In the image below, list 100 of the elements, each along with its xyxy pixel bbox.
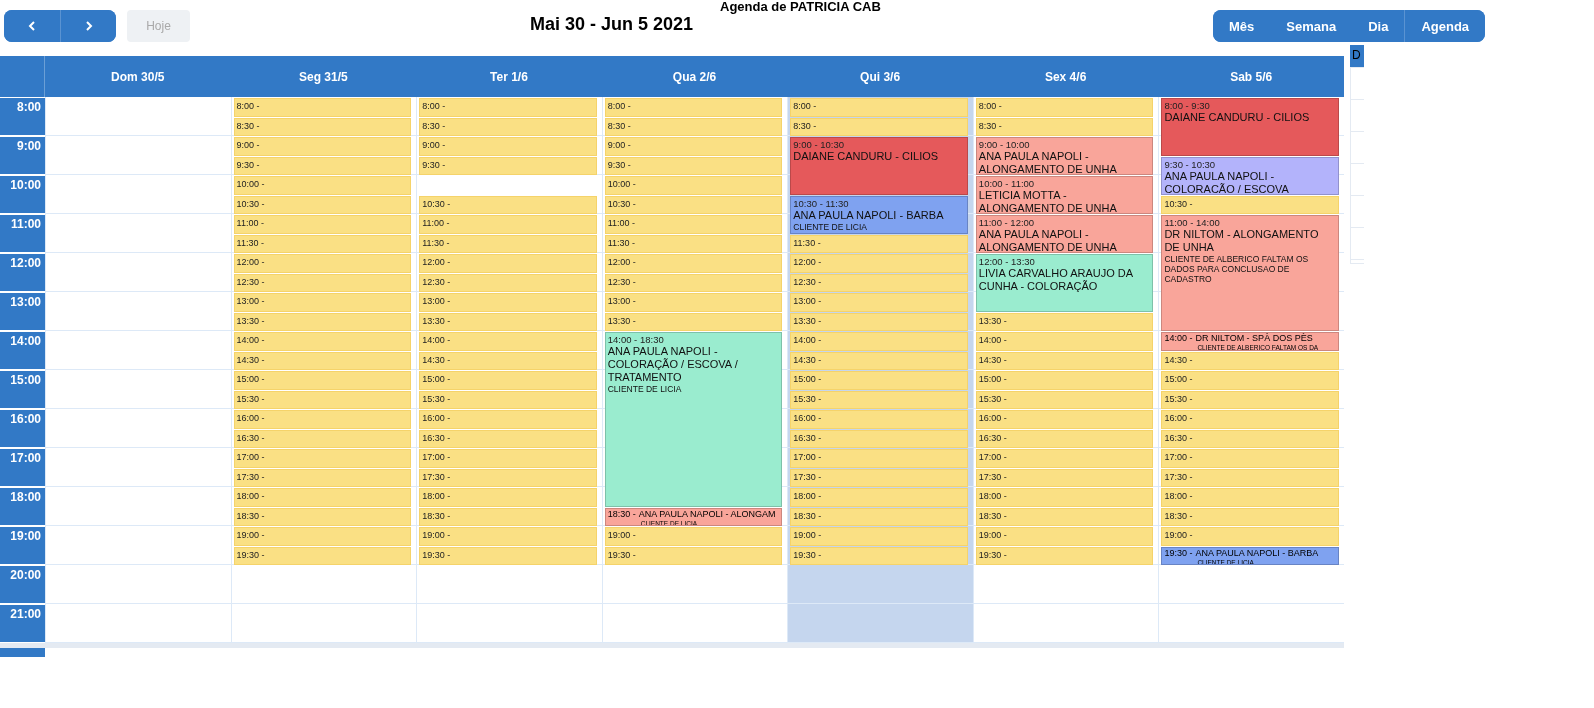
time-slot[interactable]: 16:00 - <box>790 410 968 429</box>
time-slot[interactable]: 14:00 - <box>975 332 1154 351</box>
time-slot[interactable]: 16:30 - <box>975 429 1154 448</box>
appointment-card[interactable]: 8:00 - 9:30 DAIANE CANDURU - CILIOS <box>1161 98 1339 156</box>
time-slot[interactable]: 12:00 - <box>790 254 968 273</box>
time-slot[interactable]: 19:30 - <box>790 546 968 565</box>
appointment-card[interactable]: 14:00 - 18:30 ANA PAULA NAPOLI - COLORAÇÃO / ESCOVA / TRATAMENTO CLIENTE DE LICIA <box>604 332 783 507</box>
time-slot[interactable]: 13:00 - <box>790 293 968 312</box>
time-slot[interactable]: 18:30 - <box>233 507 412 526</box>
time-slot[interactable]: 14:30 - <box>233 351 412 370</box>
time-slot[interactable]: 11:30 - <box>790 234 968 253</box>
time-slot[interactable]: 11:30 - <box>233 234 412 253</box>
time-slot[interactable]: 15:30 - <box>975 390 1154 409</box>
time-slot[interactable]: 8:30 - <box>790 117 968 136</box>
time-slot[interactable]: 13:00 - <box>604 293 783 312</box>
time-slot[interactable]: 13:00 - <box>419 293 597 312</box>
time-slot[interactable]: 17:30 - <box>233 468 412 487</box>
time-slot[interactable]: 8:30 - <box>419 117 597 136</box>
time-slot[interactable]: 16:00 - <box>975 410 1154 429</box>
time-slot[interactable]: 15:00 - <box>233 371 412 390</box>
time-slot[interactable]: 18:00 - <box>233 488 412 507</box>
time-slot[interactable]: 14:30 - <box>419 351 597 370</box>
time-slot[interactable]: 16:30 - <box>233 429 412 448</box>
time-slot[interactable]: 15:30 - <box>419 390 597 409</box>
time-slot[interactable]: 12:30 - <box>419 273 597 292</box>
time-slot[interactable]: 15:00 - <box>975 371 1154 390</box>
time-slot[interactable]: 8:00 - <box>975 98 1154 117</box>
time-slot[interactable]: 9:30 - <box>604 156 783 175</box>
time-slot[interactable]: 19:30 - <box>419 546 597 565</box>
time-slot[interactable]: 14:00 - <box>419 332 597 351</box>
time-slot[interactable]: 17:00 - <box>975 449 1154 468</box>
time-slot[interactable]: 17:00 - <box>1161 449 1339 468</box>
time-slot[interactable]: 17:30 - <box>419 468 597 487</box>
time-slot[interactable]: 11:00 - <box>604 215 783 234</box>
time-slot[interactable]: 9:30 - <box>233 156 412 175</box>
time-slot[interactable]: 13:30 - <box>233 312 412 331</box>
time-slot[interactable]: 19:00 - <box>975 527 1154 546</box>
time-slot[interactable]: 19:00 - <box>1161 527 1339 546</box>
time-slot[interactable]: 17:00 - <box>419 449 597 468</box>
time-slot[interactable]: 14:30 - <box>790 351 968 370</box>
time-slot[interactable]: 18:30 - <box>790 507 968 526</box>
time-slot[interactable]: 13:00 - <box>233 293 412 312</box>
appointment-card[interactable]: 11:00 - 14:00 DR NILTOM - ALONGAMENTO DE UNHA CLIENTE DE ALBERICO FALTAM OS DADOS PARA CONCLUSAO DE CADASTRO <box>1161 215 1339 331</box>
time-slot[interactable]: 10:30 - <box>1161 195 1339 214</box>
time-slot[interactable]: 18:00 - <box>975 488 1154 507</box>
view-button[interactable]: Agenda <box>1404 10 1486 42</box>
time-slot[interactable]: 11:30 - <box>604 234 783 253</box>
time-slot[interactable]: 9:30 - <box>419 156 597 175</box>
time-slot[interactable]: 16:30 - <box>1161 429 1339 448</box>
time-slot[interactable]: 16:30 - <box>419 429 597 448</box>
time-slot[interactable]: 18:00 - <box>419 488 597 507</box>
time-slot[interactable]: 11:00 - <box>233 215 412 234</box>
time-slot[interactable]: 10:00 - <box>233 176 412 195</box>
time-slot[interactable]: 8:00 - <box>233 98 412 117</box>
time-slot[interactable]: 11:30 - <box>419 234 597 253</box>
time-slot[interactable]: 17:00 - <box>790 449 968 468</box>
time-slot[interactable]: 19:00 - <box>233 527 412 546</box>
time-slot[interactable]: 9:00 - <box>233 137 412 156</box>
time-slot[interactable]: 15:30 - <box>233 390 412 409</box>
time-slot[interactable]: 14:30 - <box>975 351 1154 370</box>
time-slot[interactable]: 10:30 - <box>419 195 597 214</box>
time-slot[interactable]: 17:30 - <box>790 468 968 487</box>
time-slot[interactable]: 12:30 - <box>233 273 412 292</box>
time-slot[interactable]: 16:00 - <box>419 410 597 429</box>
time-slot[interactable]: 18:30 - <box>419 507 597 526</box>
time-slot[interactable]: 8:30 - <box>233 117 412 136</box>
time-slot[interactable]: 15:00 - <box>790 371 968 390</box>
time-slot[interactable]: 17:00 - <box>233 449 412 468</box>
time-slot[interactable]: 13:30 - <box>975 312 1154 331</box>
time-slot[interactable]: 19:00 - <box>790 527 968 546</box>
time-slot[interactable]: 10:30 - <box>604 195 783 214</box>
time-slot[interactable]: 18:30 - <box>975 507 1154 526</box>
next-button[interactable] <box>60 10 116 42</box>
time-slot[interactable]: 15:30 - <box>790 390 968 409</box>
time-slot[interactable]: 12:30 - <box>604 273 783 292</box>
appointment-card[interactable]: 9:00 - 10:00 ANA PAULA NAPOLI - ALONGAMENTO DE UNHA <box>975 137 1154 175</box>
time-slot[interactable]: 18:00 - <box>790 488 968 507</box>
time-slot[interactable]: 17:30 - <box>1161 468 1339 487</box>
time-slot[interactable]: 16:00 - <box>1161 410 1339 429</box>
time-slot[interactable]: 8:30 - <box>975 117 1154 136</box>
time-slot[interactable]: 12:00 - <box>419 254 597 273</box>
time-slot[interactable]: 18:30 - <box>1161 507 1339 526</box>
time-slot[interactable]: 14:00 - <box>233 332 412 351</box>
time-slot[interactable]: 19:30 - <box>604 546 783 565</box>
time-slot[interactable]: 8:30 - <box>604 117 783 136</box>
time-slot[interactable]: 16:30 - <box>790 429 968 448</box>
time-slot[interactable]: 8:00 - <box>604 98 783 117</box>
time-slot[interactable]: 15:00 - <box>1161 371 1339 390</box>
time-slot[interactable]: 19:30 - <box>975 546 1154 565</box>
appointment-card[interactable]: 11:00 - 12:00 ANA PAULA NAPOLI - ALONGAMENTO DE UNHA <box>975 215 1154 253</box>
time-slot[interactable]: 12:00 - <box>604 254 783 273</box>
time-slot[interactable]: 14:30 - <box>1161 351 1339 370</box>
time-slot[interactable]: 19:00 - <box>419 527 597 546</box>
time-slot[interactable]: 11:00 - <box>419 215 597 234</box>
time-slot[interactable]: 19:00 - <box>604 527 783 546</box>
time-slot[interactable]: 15:00 - <box>419 371 597 390</box>
appointment-card[interactable]: 10:30 - 11:30 ANA PAULA NAPOLI - BARBA CLIENTE DE LICIA <box>790 195 968 234</box>
time-slot[interactable]: 12:00 - <box>233 254 412 273</box>
appointment-card[interactable]: 10:00 - 11:00 LETICIA MOTTA - ALONGAMENTO DE UNHA <box>975 176 1154 214</box>
appointment-card[interactable]: 12:00 - 13:30 LIVIA CARVALHO ARAUJO DA CUNHA - COLORAÇÃO <box>975 254 1154 312</box>
